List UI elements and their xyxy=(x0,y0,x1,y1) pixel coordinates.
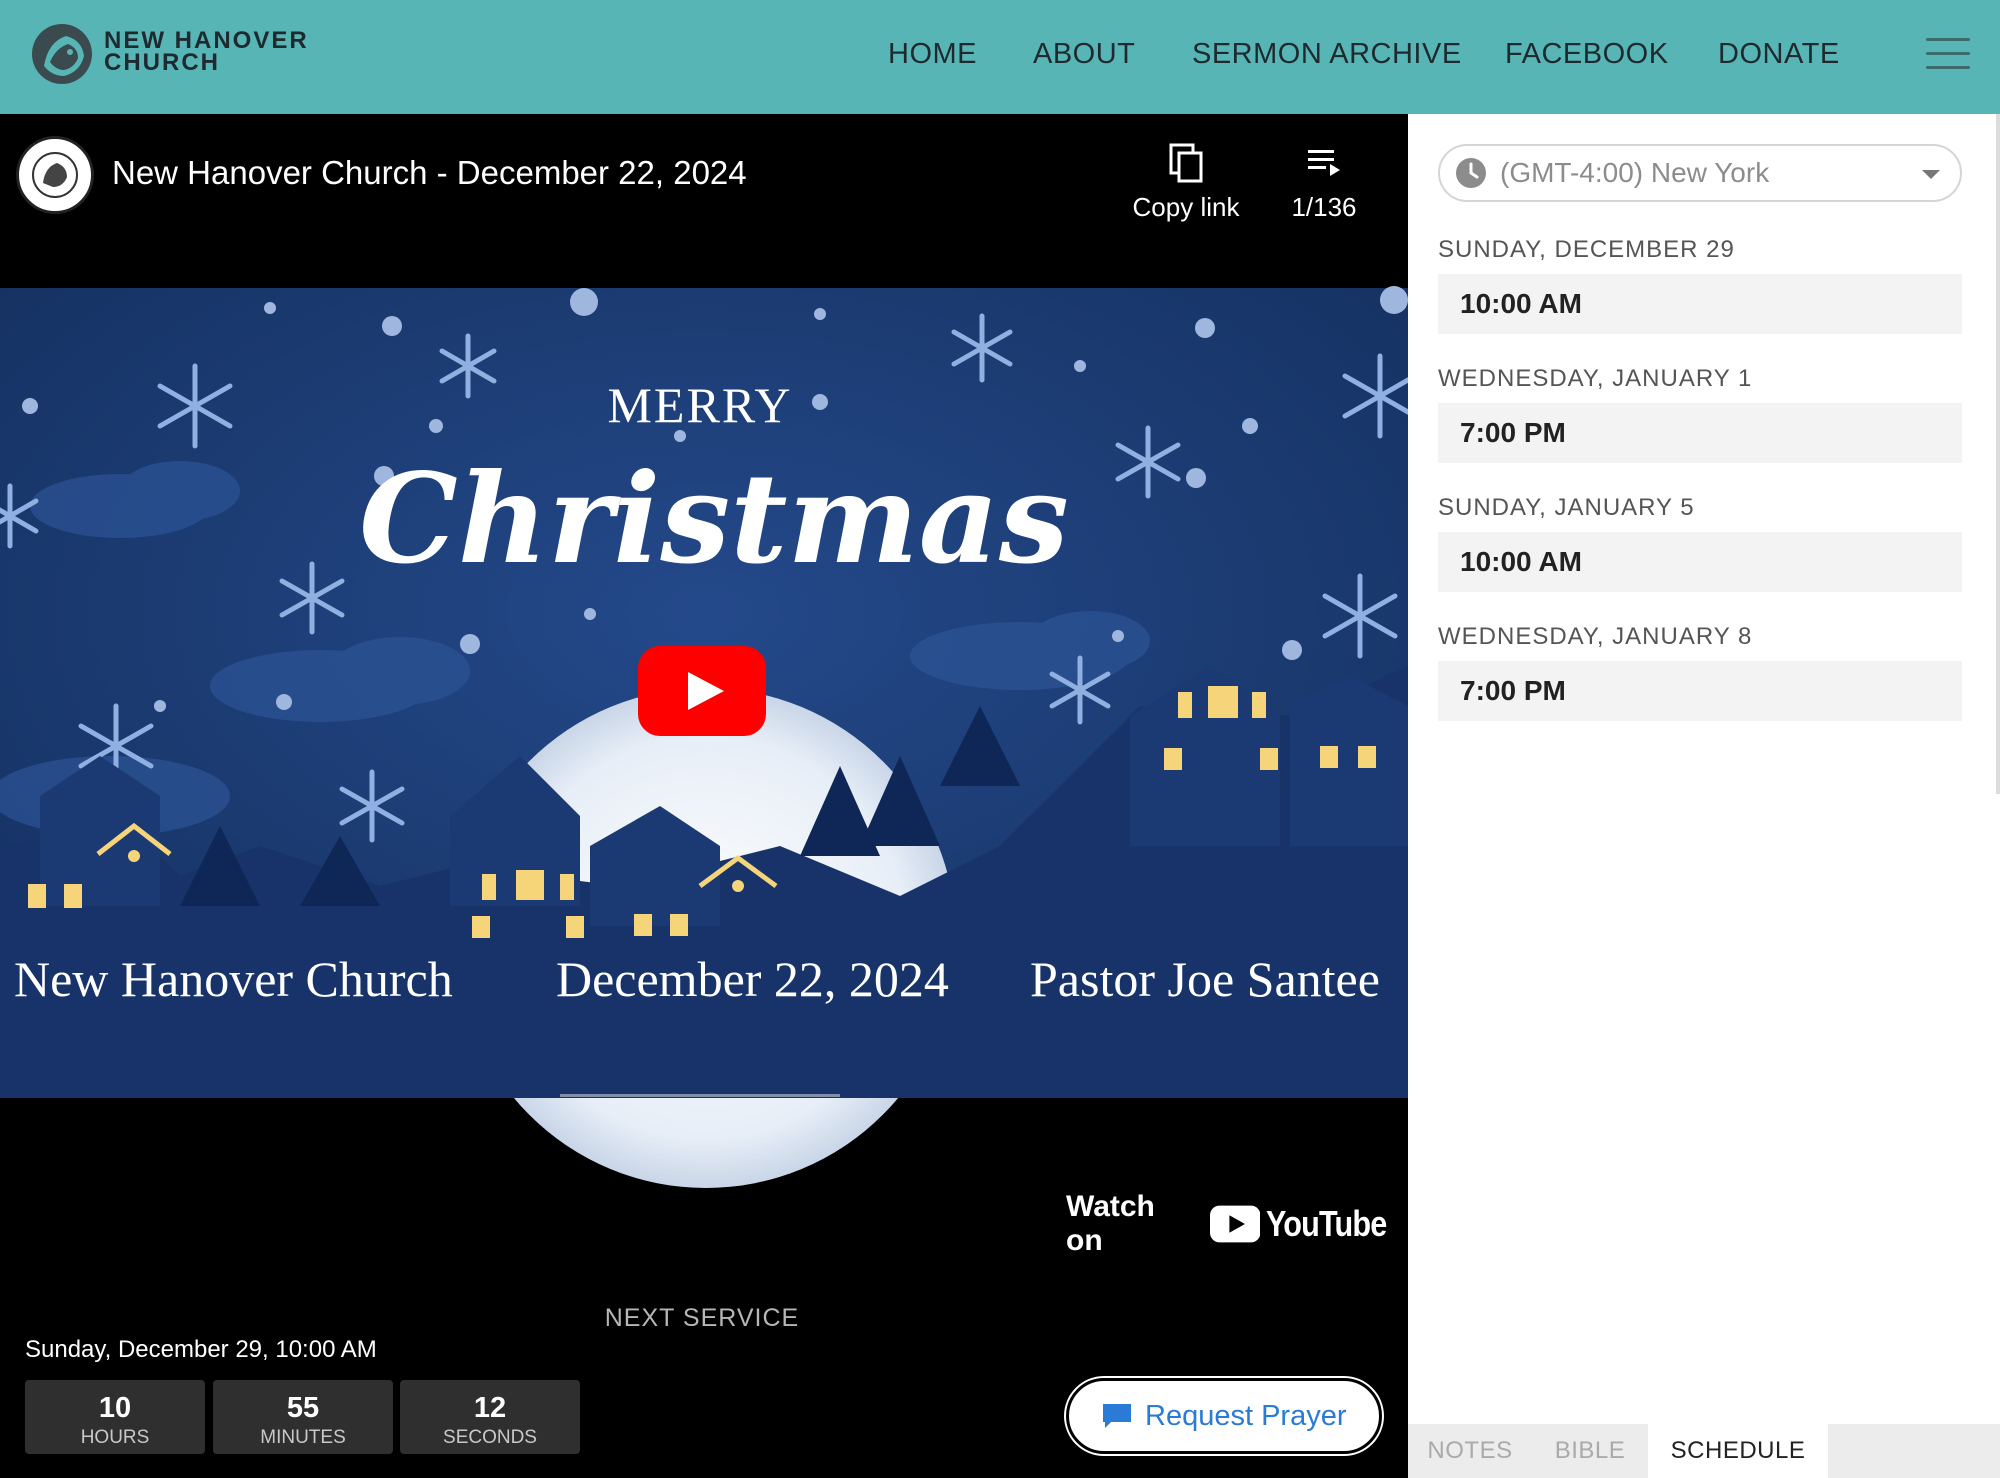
schedule-time-3[interactable]: 10:00 AM xyxy=(1438,532,1962,592)
playlist-count: 1/136 xyxy=(1291,192,1357,222)
channel-avatar[interactable] xyxy=(16,136,94,214)
logo-wordmark[interactable]: NEW HANOVER CHURCH xyxy=(104,29,309,76)
copy-link-button[interactable]: Copy link xyxy=(1116,138,1256,223)
countdown-seconds-unit: SECONDS xyxy=(443,1427,537,1448)
request-prayer-button[interactable]: Request Prayer xyxy=(1066,1378,1382,1454)
thumbnail-artwork: MERRY Christmas New Hanover Church Decem… xyxy=(0,286,1408,1206)
playlist-button[interactable]: 1/136 xyxy=(1254,138,1394,223)
nav-donate[interactable]: DONATE xyxy=(1718,38,1840,71)
countdown-hours-unit: HOURS xyxy=(80,1427,150,1448)
thumb-christmas-text: Christmas xyxy=(359,447,1069,592)
clock-icon xyxy=(1456,158,1486,188)
video-thumbnail[interactable]: MERRY Christmas New Hanover Church Decem… xyxy=(0,286,1408,1206)
schedule-sidebar: (GMT-4:00) New York SUNDAY, DECEMBER 29 … xyxy=(1408,114,2000,1478)
play-button[interactable] xyxy=(638,646,766,736)
countdown-seconds: 12 SECONDS xyxy=(400,1380,580,1454)
schedule-time-4[interactable]: 7:00 PM xyxy=(1438,661,1962,721)
watch-on-youtube-link[interactable]: Watch on YouTube xyxy=(1066,1190,1408,1257)
video-panel: New Hanover Church - December 22, 2024 C… xyxy=(0,114,1408,1478)
church-logo-icon[interactable] xyxy=(30,22,94,86)
thumb-church-text: New Hanover Church xyxy=(14,951,453,1007)
countdown-minutes: 55 MINUTES xyxy=(213,1380,393,1454)
youtube-logo-icon xyxy=(1209,1205,1261,1243)
schedule-day-1: SUNDAY, DECEMBER 29 xyxy=(1438,236,1735,263)
next-service-label: NEXT SERVICE xyxy=(604,1304,800,1332)
copy-link-label: Copy link xyxy=(1132,192,1240,222)
youtube-play-icon xyxy=(638,646,766,736)
tab-bible[interactable]: BIBLE xyxy=(1532,1424,1648,1478)
thumb-date-text: December 22, 2024 xyxy=(556,951,949,1007)
schedule-day-2: WEDNESDAY, JANUARY 1 xyxy=(1438,365,1753,392)
watch-on-label: Watch on xyxy=(1066,1190,1155,1257)
nav-about[interactable]: ABOUT xyxy=(1033,38,1135,71)
countdown-hours: 10 HOURS xyxy=(25,1380,205,1454)
nav-home[interactable]: HOME xyxy=(888,38,977,71)
timezone-select[interactable]: (GMT-4:00) New York xyxy=(1438,144,1962,202)
timezone-value: (GMT-4:00) New York xyxy=(1500,157,1770,188)
request-prayer-label: Request Prayer xyxy=(1145,1399,1347,1432)
next-service-datetime: Sunday, December 29, 10:00 AM xyxy=(25,1336,377,1363)
schedule-day-3: SUNDAY, JANUARY 5 xyxy=(1438,494,1695,521)
schedule-time-2[interactable]: 7:00 PM xyxy=(1438,403,1962,463)
countdown-seconds-value: 12 xyxy=(473,1392,507,1424)
logo-line-2: CHURCH xyxy=(104,49,220,76)
countdown-minutes-value: 55 xyxy=(286,1392,320,1424)
countdown-hours-value: 10 xyxy=(98,1392,132,1424)
tab-schedule[interactable]: SCHEDULE xyxy=(1648,1424,1828,1478)
nav-sermon-archive[interactable]: SERMON ARCHIVE xyxy=(1192,38,1462,71)
site-header: NEW HANOVER CHURCH HOME ABOUT SERMON ARC… xyxy=(0,0,2000,114)
sidebar-tabs: NOTES BIBLE SCHEDULE xyxy=(1408,1424,2000,1478)
youtube-wordmark: YouTube xyxy=(1266,1203,1387,1244)
copy-icon xyxy=(1116,138,1256,188)
thumb-pastor-text: Pastor Joe Santee xyxy=(1030,951,1380,1007)
playlist-icon xyxy=(1254,138,1394,188)
tab-notes[interactable]: NOTES xyxy=(1408,1424,1532,1478)
countdown-minutes-unit: MINUTES xyxy=(260,1427,346,1448)
video-title[interactable]: New Hanover Church - December 22, 2024 xyxy=(112,154,747,192)
sidebar-scrollbar[interactable] xyxy=(1996,114,2000,794)
schedule-day-4: WEDNESDAY, JANUARY 8 xyxy=(1438,623,1753,650)
schedule-time-1[interactable]: 10:00 AM xyxy=(1438,274,1962,334)
chevron-down-icon xyxy=(1922,170,1940,179)
chat-bubble-icon xyxy=(1103,1404,1131,1428)
thumb-merry-text: MERRY xyxy=(607,377,792,433)
hamburger-menu-icon[interactable] xyxy=(1926,36,1970,70)
nav-facebook[interactable]: FACEBOOK xyxy=(1505,38,1669,71)
video-title-bar: New Hanover Church - December 22, 2024 C… xyxy=(0,114,1408,284)
